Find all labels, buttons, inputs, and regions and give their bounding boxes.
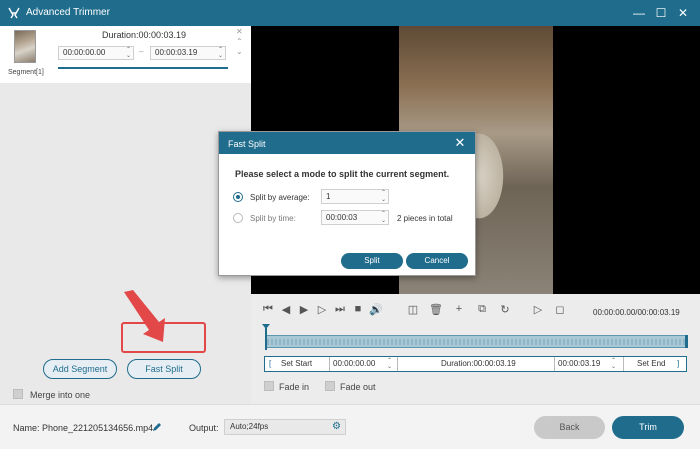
segment-end-field[interactable]: 00:00:03.19 ⌃ ⌄ <box>150 46 226 60</box>
annotation-arrow-icon <box>124 290 165 342</box>
stepper-icon[interactable]: ⌃ ⌄ <box>381 211 386 224</box>
timeline-end-handle[interactable] <box>685 335 688 348</box>
split-by-average-radio[interactable] <box>233 192 243 202</box>
cancel-button[interactable]: Cancel <box>406 253 468 269</box>
trim-button[interactable]: Trim <box>612 416 684 439</box>
merge-checkbox[interactable] <box>13 389 23 399</box>
split-by-average-label: Split by average: <box>250 193 310 202</box>
range-dash: – <box>139 47 144 56</box>
output-format-field[interactable]: Auto;24fps ⚙ <box>224 419 346 435</box>
stepper-icon[interactable]: ⌃ ⌄ <box>387 358 392 370</box>
app-logo-icon <box>8 7 20 19</box>
maximize-icon[interactable]: ☐ <box>652 4 670 22</box>
split-icon[interactable]: ◫ <box>406 303 420 316</box>
dialog-prompt: Please select a mode to split the curren… <box>235 169 450 179</box>
segment-label: Segment[1] <box>8 69 44 76</box>
trim-duration: Duration:00:00:03.19 <box>441 359 516 368</box>
stepper-icon[interactable]: ⌃ ⌄ <box>218 47 223 59</box>
output-format-value: Auto;24fps <box>230 422 269 431</box>
end-time-field[interactable]: 00:00:03.19 <box>558 357 600 371</box>
segment-progress-bar <box>58 67 228 69</box>
dialog-header: Fast Split ✕ <box>219 132 475 154</box>
start-time-field[interactable]: 00:00:00.00 <box>333 357 375 371</box>
move-up-icon[interactable]: ⌃ <box>236 37 243 47</box>
next-frame-icon[interactable]: ▷ <box>315 303 329 316</box>
set-end-button[interactable]: Set End <box>637 357 665 371</box>
time-display: 00:00:00.00/00:00:03.19 <box>593 308 680 317</box>
add-icon[interactable]: + <box>452 303 466 315</box>
window-title: Advanced Trimmer <box>26 7 110 18</box>
output-label: Output: <box>189 423 219 433</box>
set-start-button[interactable]: Set Start <box>281 357 312 371</box>
segment-card[interactable]: Segment[1] Duration:00:00:03.19 00:00:00… <box>0 26 251 83</box>
fade-out-label: Fade out <box>340 382 376 392</box>
play-icon[interactable]: ▶ <box>297 303 311 316</box>
split-time-value: 00:00:03 <box>326 213 358 222</box>
previous-frame-icon[interactable]: ◀ <box>279 303 293 316</box>
fast-split-button[interactable]: Fast Split <box>127 359 201 379</box>
segment-thumbnail <box>14 30 36 63</box>
average-count-field[interactable]: 1 ⌃ ⌄ <box>321 189 389 204</box>
pieces-total-text: 2 pieces in total <box>397 214 453 223</box>
playhead[interactable] <box>262 324 270 350</box>
stepper-icon[interactable]: ⌃ ⌄ <box>381 190 386 203</box>
segment-start-value: 00:00:00.00 <box>63 48 106 57</box>
waveform-hatch <box>267 339 687 345</box>
split-time-field[interactable]: 00:00:03 ⌃ ⌄ <box>321 210 389 225</box>
volume-icon[interactable]: 🔊 <box>369 303 383 316</box>
move-down-icon[interactable]: ⌄ <box>236 47 243 57</box>
copy-icon[interactable]: ⧉ <box>475 303 489 316</box>
bracket-left-icon: [ <box>269 359 272 368</box>
add-segment-button[interactable]: Add Segment <box>43 359 117 379</box>
fast-split-dialog: Fast Split ✕ Please select a mode to spl… <box>218 131 476 276</box>
average-count-value: 1 <box>326 192 331 201</box>
dialog-title: Fast Split <box>228 139 266 149</box>
fade-in-checkbox[interactable] <box>264 381 274 391</box>
stop-icon[interactable]: ■ <box>351 303 365 315</box>
close-icon[interactable]: ✕ <box>674 4 692 22</box>
edit-name-icon[interactable] <box>152 422 162 432</box>
dialog-close-icon[interactable]: ✕ <box>452 135 468 151</box>
split-button[interactable]: Split <box>341 253 403 269</box>
timeline-track[interactable] <box>267 335 687 348</box>
footer-bar: Name: Phone_221205134656.mp4 Output: Aut… <box>0 404 700 449</box>
minimize-icon[interactable]: — <box>630 4 648 22</box>
file-name: Name: Phone_221205134656.mp4 <box>13 423 154 433</box>
segment-end-value: 00:00:03.19 <box>155 48 198 57</box>
stepper-icon[interactable]: ⌃ ⌄ <box>611 358 616 370</box>
loop-segment-icon[interactable]: ◻ <box>553 303 567 316</box>
gear-icon[interactable]: ⚙ <box>332 420 341 434</box>
split-by-time-radio[interactable] <box>233 213 243 223</box>
delete-icon[interactable]: 🗑 <box>429 303 443 316</box>
segment-start-field[interactable]: 00:00:00.00 ⌃ ⌄ <box>58 46 134 60</box>
delete-segment-icon[interactable]: ✕ <box>236 27 243 37</box>
player-controls: ⏮ ◀ ▶ ▷ ⏭ ■ 🔊 ◫ 🗑 + ⧉ ↻ ▷ ◻ 00:00:00.00/… <box>251 294 700 404</box>
merge-label: Merge into one <box>30 390 91 400</box>
fade-in-label: Fade in <box>279 382 310 392</box>
bracket-right-icon: ] <box>677 359 680 368</box>
reset-icon[interactable]: ↻ <box>498 303 512 316</box>
title-bar: Advanced Trimmer — ☐ ✕ <box>0 0 700 26</box>
back-button[interactable]: Back <box>534 416 605 439</box>
skip-to-end-icon[interactable]: ⏭ <box>333 303 347 316</box>
fade-out-checkbox[interactable] <box>325 381 335 391</box>
trim-range-row: [ Set Start 00:00:00.00 ⌃ ⌄ Duration:00:0… <box>264 356 687 372</box>
segment-duration: Duration:00:00:03.19 <box>102 30 187 40</box>
play-segment-icon[interactable]: ▷ <box>531 303 545 316</box>
skip-to-start-icon[interactable]: ⏮ <box>261 303 275 316</box>
stepper-icon[interactable]: ⌃ ⌄ <box>126 47 131 59</box>
split-by-time-label: Split by time: <box>250 214 296 223</box>
